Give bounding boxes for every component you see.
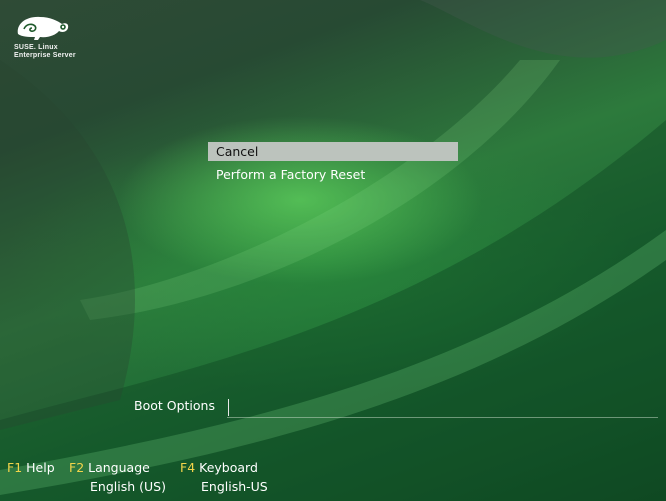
background: [0, 0, 666, 501]
boot-options-input[interactable]: [227, 398, 658, 418]
menu-item-factory-reset[interactable]: Perform a Factory Reset: [208, 165, 458, 184]
keyboard-value: English-US: [201, 479, 268, 494]
boot-options-label: Boot Options: [134, 398, 215, 413]
f4-label: Keyboard: [199, 460, 258, 475]
f1-key: F1: [7, 460, 23, 475]
suse-chameleon-icon: [17, 16, 69, 40]
menu-item-cancel[interactable]: Cancel: [208, 142, 458, 161]
suse-logo: [14, 12, 70, 46]
f2-label: Language: [88, 460, 150, 475]
background-swooshes: [0, 0, 666, 501]
f4-key: F4: [180, 460, 196, 475]
boot-menu: Cancel Perform a Factory Reset: [208, 142, 458, 188]
language-value: English (US): [90, 479, 166, 494]
f1-label: Help: [26, 460, 55, 475]
brand-text: SUSE. Linux Enterprise Server: [14, 44, 76, 60]
brand-line-1: SUSE. Linux: [14, 44, 58, 51]
f4-keyboard-button[interactable]: F4 Keyboard English-US: [180, 460, 268, 494]
brand-line-2: Enterprise Server: [14, 52, 76, 59]
f2-key: F2: [69, 460, 85, 475]
f2-language-button[interactable]: F2 Language English (US): [69, 460, 166, 494]
text-cursor: [228, 399, 229, 416]
f1-help-button[interactable]: F1 Help: [7, 460, 55, 475]
